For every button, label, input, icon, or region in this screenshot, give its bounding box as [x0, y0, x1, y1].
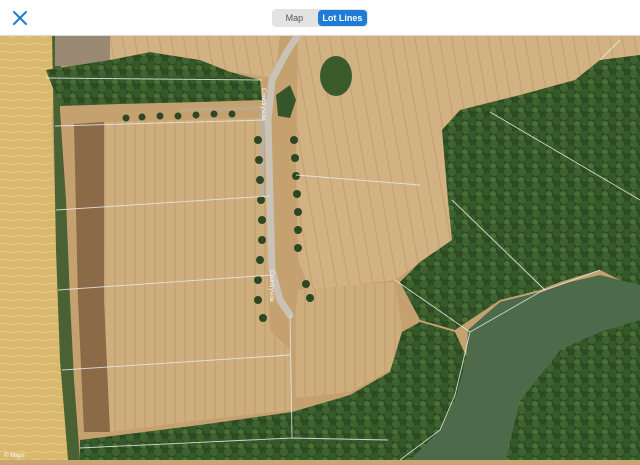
tab-map[interactable]: Map [272, 9, 317, 27]
close-button[interactable] [8, 6, 32, 30]
close-x-icon [13, 11, 27, 25]
map-mode-toggle: Map Lot Lines [272, 9, 368, 27]
road-east [179, 106, 266, 112]
road-label-south: Countryside [268, 270, 274, 303]
road-label-north: Countryside [260, 88, 266, 121]
satellite-map[interactable]: Countryside Countryside [0, 31, 640, 461]
tree-clump [320, 56, 352, 96]
map-credit: © Maps [4, 453, 25, 459]
map-canvas: Countryside Countryside [0, 31, 640, 461]
top-toolbar: Map Lot Lines [0, 0, 640, 36]
tab-lot-lines[interactable]: Lot Lines [317, 10, 367, 26]
